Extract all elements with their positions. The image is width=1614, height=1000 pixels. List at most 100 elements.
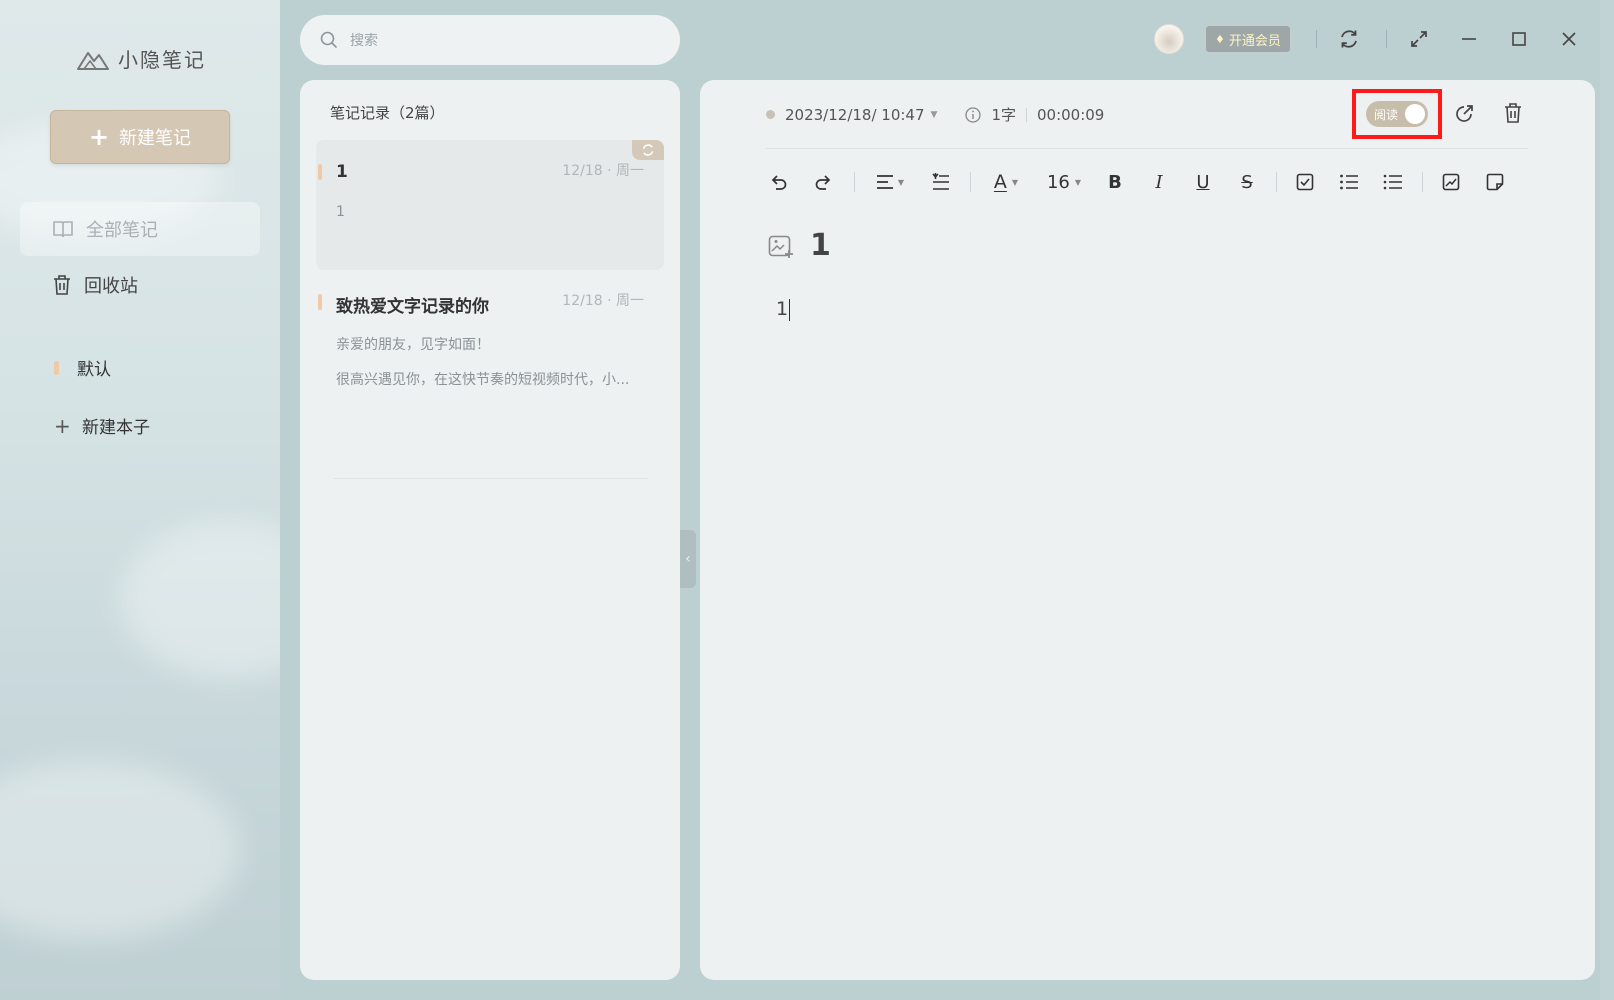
word-count: 1字 (991, 106, 1016, 124)
new-notebook-label: 新建本子 (82, 418, 150, 438)
app-logo: 小隐笔记 (76, 44, 206, 73)
font-color-dropdown[interactable]: A ▼ (984, 164, 1028, 200)
document-body[interactable]: 1 (776, 298, 791, 321)
italic-button[interactable]: I (1144, 164, 1174, 200)
maximize-button[interactable] (1504, 24, 1534, 54)
search-placeholder: 搜索 (350, 33, 378, 49)
document-text: 1 (776, 298, 789, 320)
notebook-default[interactable]: 默认 (54, 355, 111, 380)
note-date: 12/18 · 周一 (562, 163, 644, 179)
vip-button[interactable]: ♦ 开通会员 (1204, 24, 1292, 54)
chevron-left-icon: ‹ (685, 551, 691, 567)
checklist-button[interactable] (1290, 164, 1320, 200)
avatar[interactable] (1154, 24, 1184, 54)
align-left-icon (876, 175, 893, 189)
checkbox-icon (1296, 173, 1314, 191)
sync-icon (642, 144, 654, 156)
sync-button[interactable] (1334, 24, 1364, 54)
notebook-label: 默认 (77, 360, 111, 380)
note-card-selected[interactable]: 1 12/18 · 周一 1 (316, 140, 664, 270)
divider (1422, 172, 1423, 192)
note-date: 12/18 · 周一 (562, 293, 644, 309)
read-mode-toggle[interactable]: 阅读 (1366, 101, 1428, 127)
nav-all-notes[interactable]: 全部笔记 (20, 202, 260, 256)
maximize-icon (1512, 32, 1526, 46)
underline-button[interactable]: U (1188, 164, 1218, 200)
search-icon (320, 31, 338, 49)
chevron-down-icon: ▼ (1074, 177, 1082, 187)
undo-icon (771, 175, 787, 190)
notebook-color-mark (318, 294, 322, 310)
editor-panel: 2023/12/18/ 10:47 ▼ 1字 00:00:09 阅读 ▼ A ▼… (700, 80, 1595, 980)
mist-decoration (0, 760, 240, 940)
line-spacing-icon (932, 173, 949, 190)
sidebar: 小隐笔记 + 新建笔记 全部笔记 回收站 默认 + 新建本子 (0, 0, 280, 1000)
toggle-knob (1405, 104, 1425, 124)
ordered-list-button[interactable] (1334, 164, 1364, 200)
bold-button[interactable]: B (1100, 164, 1130, 200)
format-toolbar: ▼ A ▼ 16 ▼ B I U S (760, 164, 1540, 200)
trash-icon (54, 275, 70, 295)
redo-icon (815, 175, 831, 190)
bullet-list-icon (1383, 174, 1402, 190)
delete-button[interactable] (1498, 98, 1528, 128)
cover-image-button[interactable] (766, 232, 796, 262)
new-note-button[interactable]: + 新建笔记 (50, 110, 230, 164)
strikethrough-button[interactable]: S (1232, 164, 1262, 200)
divider (1276, 172, 1277, 192)
new-note-label: 新建笔记 (119, 128, 192, 149)
insert-image-button[interactable] (1436, 164, 1466, 200)
note-title: 1 (336, 162, 348, 182)
chevron-down-icon: ▼ (1011, 177, 1019, 187)
collapse-list-button[interactable]: ‹ (680, 530, 696, 588)
align-dropdown[interactable]: ▼ (868, 164, 912, 200)
bullet-list-button[interactable] (1378, 164, 1408, 200)
underline-icon: U (1196, 171, 1210, 193)
fullscreen-button[interactable] (1404, 24, 1434, 54)
divider (1386, 30, 1387, 48)
share-icon (1456, 105, 1473, 122)
undo-button[interactable] (764, 164, 794, 200)
plus-icon: + (88, 123, 110, 151)
italic-icon: I (1155, 171, 1163, 193)
divider (334, 478, 648, 479)
mountain-logo-icon (77, 51, 109, 70)
note-card[interactable]: 致热爱文字记录的你 12/18 · 周一 亲爱的朋友，见字如面！ 很高兴遇见你，… (316, 270, 664, 400)
nav-trash[interactable]: 回收站 (20, 258, 260, 312)
font-size-dropdown[interactable]: 16 ▼ (1042, 164, 1086, 200)
read-mode-toggle-highlight: 阅读 (1352, 89, 1442, 139)
divider (970, 172, 971, 192)
bold-icon: B (1108, 171, 1122, 193)
note-title: 致热爱文字记录的你 (336, 297, 489, 317)
divider (854, 172, 855, 192)
divider (1316, 30, 1317, 48)
close-button[interactable] (1554, 24, 1584, 54)
notebook-color-mark (318, 164, 322, 180)
diamond-icon: ♦ (1215, 32, 1225, 46)
search-input[interactable]: 搜索 (300, 15, 680, 65)
book-icon (53, 221, 73, 238)
note-meta: 2023/12/18/ 10:47 ▼ 1字 00:00:09 (766, 104, 1104, 125)
line-spacing-button[interactable] (926, 164, 956, 200)
window-edge (1600, 0, 1614, 1000)
note-datetime[interactable]: 2023/12/18/ 10:47 (785, 106, 925, 124)
note-list-panel: 笔记记录（2篇） 1 12/18 · 周一 1 致热爱文字记录的你 12/18 … (300, 80, 680, 980)
share-button[interactable] (1450, 98, 1480, 128)
nav-label: 回收站 (84, 276, 138, 297)
minimize-icon (1462, 38, 1476, 40)
font-color-icon: A (993, 171, 1007, 193)
note-preview: 亲爱的朋友，见字如面！ (336, 337, 490, 353)
note-preview: 很高兴遇见你，在这快节奏的短视频时代，小... (336, 372, 630, 388)
info-icon (965, 106, 982, 123)
chevron-down-icon[interactable]: ▼ (931, 110, 938, 120)
document-title[interactable]: 1 (810, 228, 831, 263)
edit-duration: 00:00:09 (1036, 105, 1105, 124)
app-name: 小隐笔记 (118, 48, 206, 72)
new-notebook-button[interactable]: + 新建本子 (54, 413, 150, 439)
text-cursor (789, 298, 791, 321)
trash-icon (1505, 103, 1521, 123)
redo-button[interactable] (808, 164, 838, 200)
close-icon (1562, 32, 1576, 46)
sticky-note-button[interactable] (1480, 164, 1510, 200)
minimize-button[interactable] (1454, 24, 1484, 54)
